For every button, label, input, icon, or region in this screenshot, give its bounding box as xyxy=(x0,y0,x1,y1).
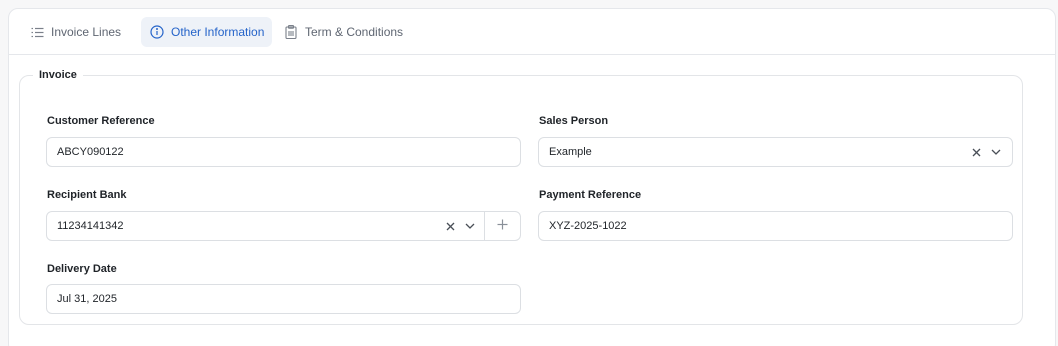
tab-other-information[interactable]: Other Information xyxy=(141,17,273,47)
info-icon xyxy=(149,24,165,40)
sales-person-value: Example xyxy=(549,146,592,158)
clear-icon[interactable] xyxy=(442,218,458,234)
payment-reference-label: Payment Reference xyxy=(539,189,642,201)
tab-invoice-lines[interactable]: Invoice Lines xyxy=(21,17,129,47)
fieldset-legend: Invoice xyxy=(33,68,83,82)
delivery-date-value: Jul 31, 2025 xyxy=(57,293,117,305)
chevron-down-icon[interactable] xyxy=(462,218,478,234)
payment-reference-value: XYZ-2025-1022 xyxy=(549,220,627,232)
delivery-date-label: Delivery Date xyxy=(47,263,117,275)
customer-reference-value: ABCY090122 xyxy=(57,146,124,158)
tab-term-conditions[interactable]: Term & Conditions xyxy=(275,17,411,47)
chevron-down-icon[interactable] xyxy=(988,144,1004,160)
delivery-date-input[interactable]: Jul 31, 2025 xyxy=(46,284,521,314)
list-icon xyxy=(29,24,45,40)
tab-label: Term & Conditions xyxy=(305,25,404,39)
clipboard-icon xyxy=(283,24,299,40)
tab-bar: Invoice Lines Other Information Term & C… xyxy=(9,9,1055,55)
recipient-bank-value: 11234141342 xyxy=(57,220,124,232)
customer-reference-input[interactable]: ABCY090122 xyxy=(46,137,521,167)
payment-reference-input[interactable]: XYZ-2025-1022 xyxy=(538,211,1013,241)
clear-icon[interactable] xyxy=(968,144,984,160)
recipient-bank-label: Recipient Bank xyxy=(47,189,127,201)
plus-icon xyxy=(497,219,508,233)
add-bank-button[interactable] xyxy=(484,212,520,240)
sales-person-select[interactable]: Example xyxy=(538,137,1013,167)
sales-person-label: Sales Person xyxy=(539,115,609,127)
customer-reference-label: Customer Reference xyxy=(47,115,155,127)
tab-label: Other Information xyxy=(171,25,265,39)
tab-label: Invoice Lines xyxy=(51,25,122,39)
recipient-bank-select[interactable]: 11234141342 xyxy=(46,211,521,241)
